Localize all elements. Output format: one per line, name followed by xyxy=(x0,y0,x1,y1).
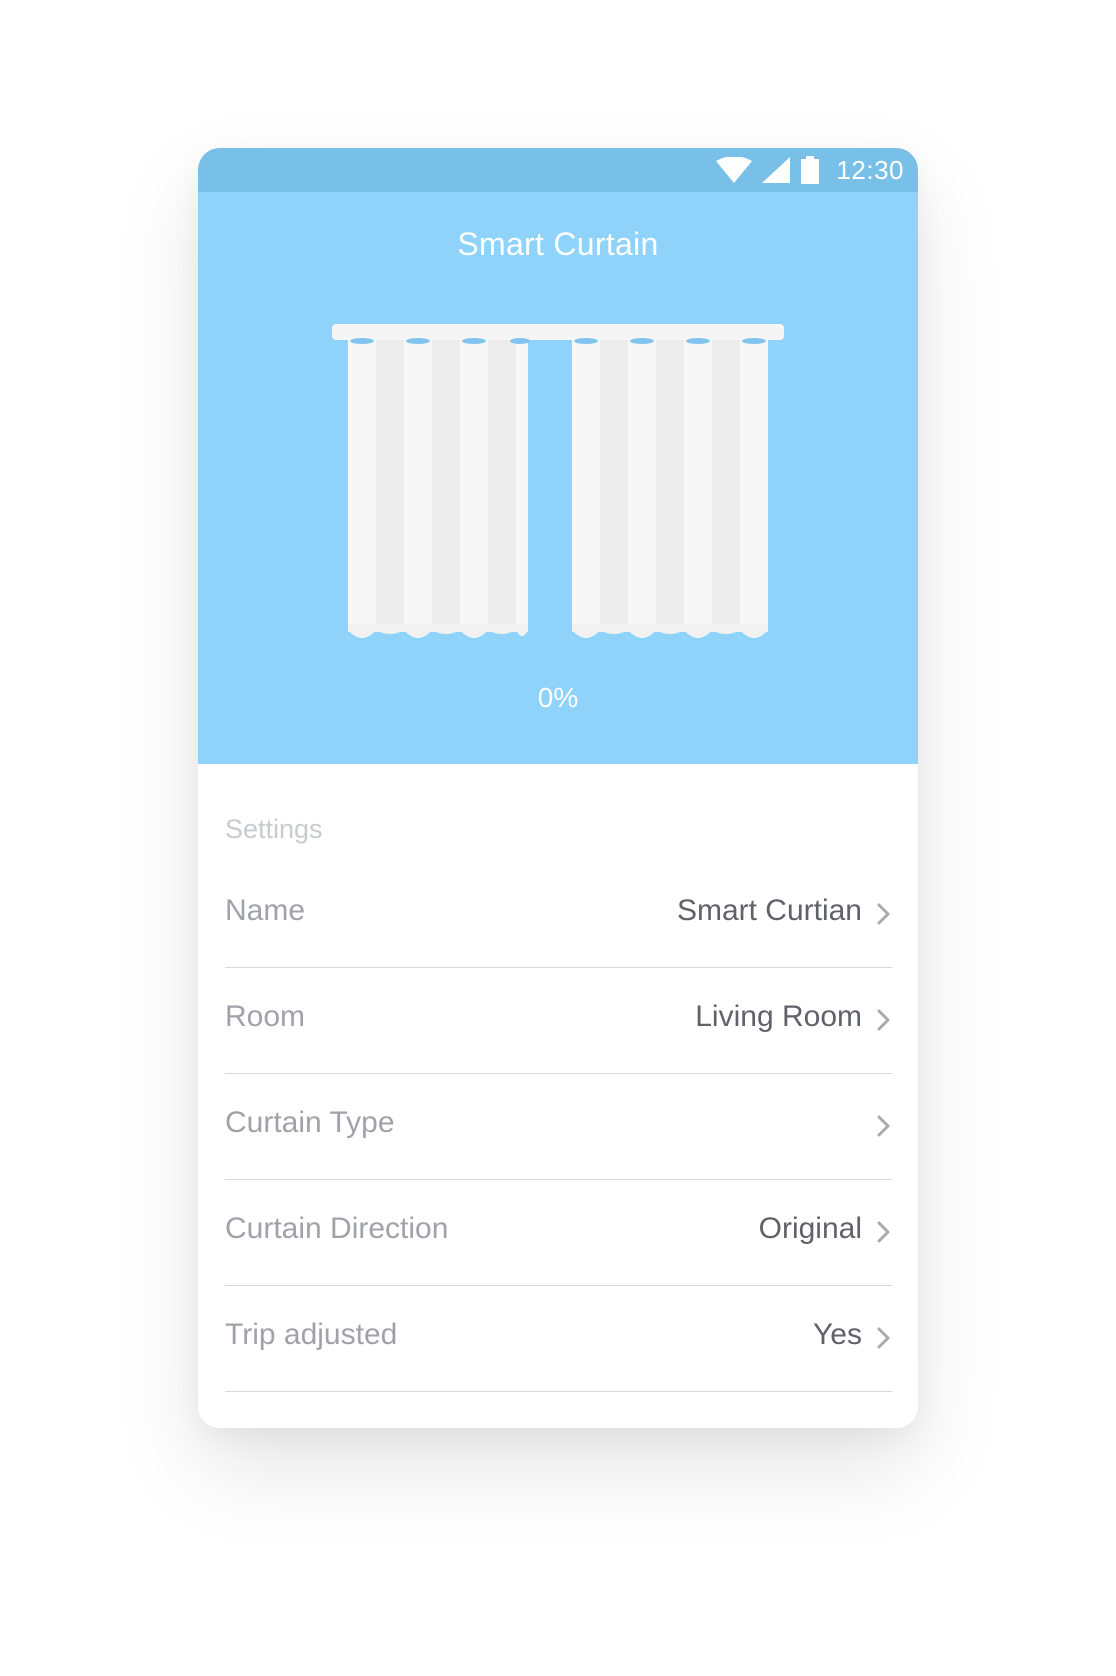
chevron-right-icon xyxy=(877,1115,890,1137)
setting-label: Room xyxy=(225,1000,306,1033)
left-curtain-panel xyxy=(348,338,528,638)
status-time: 12:30 xyxy=(836,154,904,185)
battery-icon xyxy=(801,156,820,184)
page-title: Smart Curtain xyxy=(457,226,659,262)
setting-label: Trip adjusted xyxy=(225,1318,398,1351)
setting-row-name[interactable]: Name Smart Curtian xyxy=(225,862,892,968)
cellular-signal-icon xyxy=(762,157,791,183)
setting-row-curtain-type[interactable]: Curtain Type xyxy=(225,1074,892,1180)
phone-screen: 12:30 Smart Curtain 0% Settings Name Sma… xyxy=(198,148,918,1428)
chevron-right-icon xyxy=(877,1009,890,1031)
setting-value: Smart Curtian xyxy=(676,894,862,927)
open-percentage: 0% xyxy=(537,682,579,713)
setting-label: Curtain Type xyxy=(225,1106,395,1139)
status-bar: 12:30 xyxy=(198,148,918,192)
canvas: 12:30 Smart Curtain 0% Settings Name Sma… xyxy=(0,0,1116,1676)
right-curtain-panel xyxy=(572,338,768,638)
curtain-hero: Smart Curtain 0% xyxy=(198,192,918,764)
curtain-illustration[interactable] xyxy=(332,324,784,646)
setting-value: Living Room xyxy=(695,1000,862,1033)
setting-value: Yes xyxy=(813,1318,862,1351)
setting-label: Name xyxy=(225,894,306,927)
settings-list: Settings Name Smart Curtian Room Living … xyxy=(198,764,918,1428)
curtain-rod xyxy=(332,324,784,340)
setting-row-trip-adjusted[interactable]: Trip adjusted Yes xyxy=(225,1286,892,1392)
chevron-right-icon xyxy=(877,903,890,925)
setting-label: Curtain Direction xyxy=(225,1212,449,1245)
setting-row-curtain-direction[interactable]: Curtain Direction Original xyxy=(225,1180,892,1286)
wifi-icon xyxy=(716,157,753,183)
chevron-right-icon xyxy=(877,1221,890,1243)
chevron-right-icon xyxy=(877,1327,890,1349)
settings-header: Settings xyxy=(225,814,323,844)
setting-row-room[interactable]: Room Living Room xyxy=(225,968,892,1074)
status-icons: 12:30 xyxy=(716,148,904,192)
setting-value: Original xyxy=(758,1212,862,1245)
